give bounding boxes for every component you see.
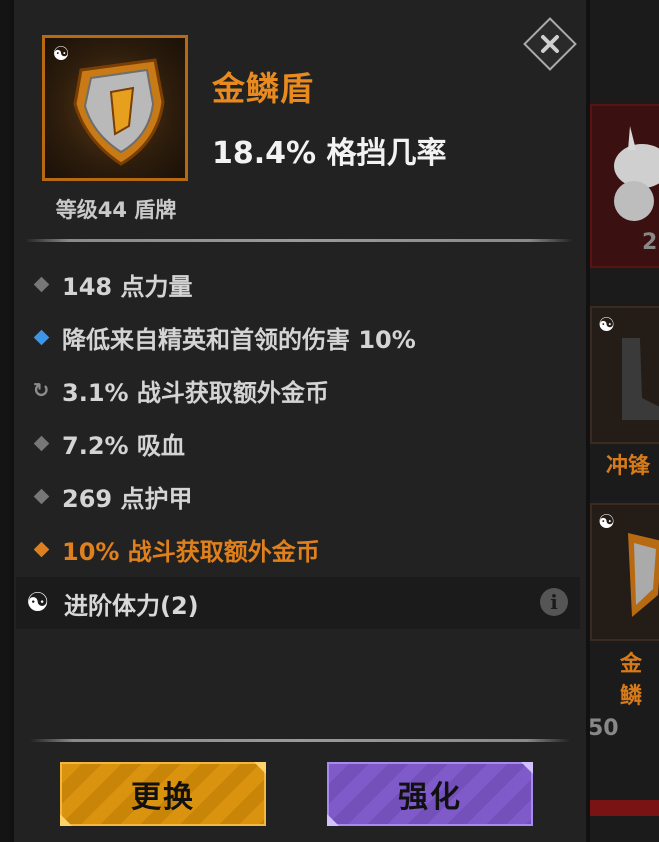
background-bar [590,800,659,816]
stat-text: 7.2% 吸血 [62,431,185,460]
stat-row: ↻ 3.1% 战斗获取额外金币 [30,370,329,410]
stat-row: 降低来自精英和首领的伤害 10% [30,317,416,357]
yin-yang-icon: ☯ [26,588,50,618]
stat-row: 269 点护甲 [30,476,192,516]
diamond-bullet-icon [30,273,52,295]
set-bonus-label: 进阶体力(2) [64,591,199,620]
enhance-button[interactable]: 强化 [327,762,533,826]
stat-text: 3.1% 战斗获取额外金币 [62,378,329,407]
item-main-stat: 18.4% 格挡几率 [212,136,447,171]
background-item-label: 金鳞 [620,652,643,709]
stat-text: 148 点力量 [62,272,193,301]
divider [30,739,570,742]
background-item-number: 2 [642,230,658,255]
background-item-card[interactable]: ☯ [590,306,659,444]
divider [25,239,573,242]
yin-yang-icon: ☯ [598,314,616,336]
item-icon-frame: ☯ [42,35,188,181]
info-icon[interactable]: i [540,588,568,616]
stat-row: 7.2% 吸血 [30,423,185,463]
item-name: 金鳞盾 [212,69,314,108]
background-item-label: 冲锋 [606,454,651,479]
background-item-card[interactable]: ☯ [590,503,659,641]
background-number: 50 [588,716,619,741]
stat-row: 148 点力量 [30,264,192,304]
item-level-type: 等级44 盾牌 [55,198,177,222]
diamond-bullet-icon [30,432,52,454]
stat-text: 269 点护甲 [62,484,193,513]
refresh-icon: ↻ [32,378,50,402]
set-bonus-row: ☯ 进阶体力(2) i [16,577,580,629]
close-button[interactable] [522,16,578,72]
rabbit-pet-icon [614,126,659,221]
replace-button[interactable]: 更换 [60,762,266,826]
stat-row-legendary: 10% 战斗获取额外金币 [30,529,320,569]
diamond-bullet-icon [30,485,52,507]
stat-text: 降低来自精英和首领的伤害 10% [62,325,416,354]
enhance-button-label: 强化 [398,780,462,815]
blue-diamond-bullet-icon [30,326,52,348]
replace-button-label: 更换 [131,780,195,815]
stat-text: 10% 战斗获取额外金币 [62,537,320,566]
shield-icon [73,58,165,166]
orange-diamond-bullet-icon [30,538,52,560]
yin-yang-icon: ☯ [598,511,616,533]
